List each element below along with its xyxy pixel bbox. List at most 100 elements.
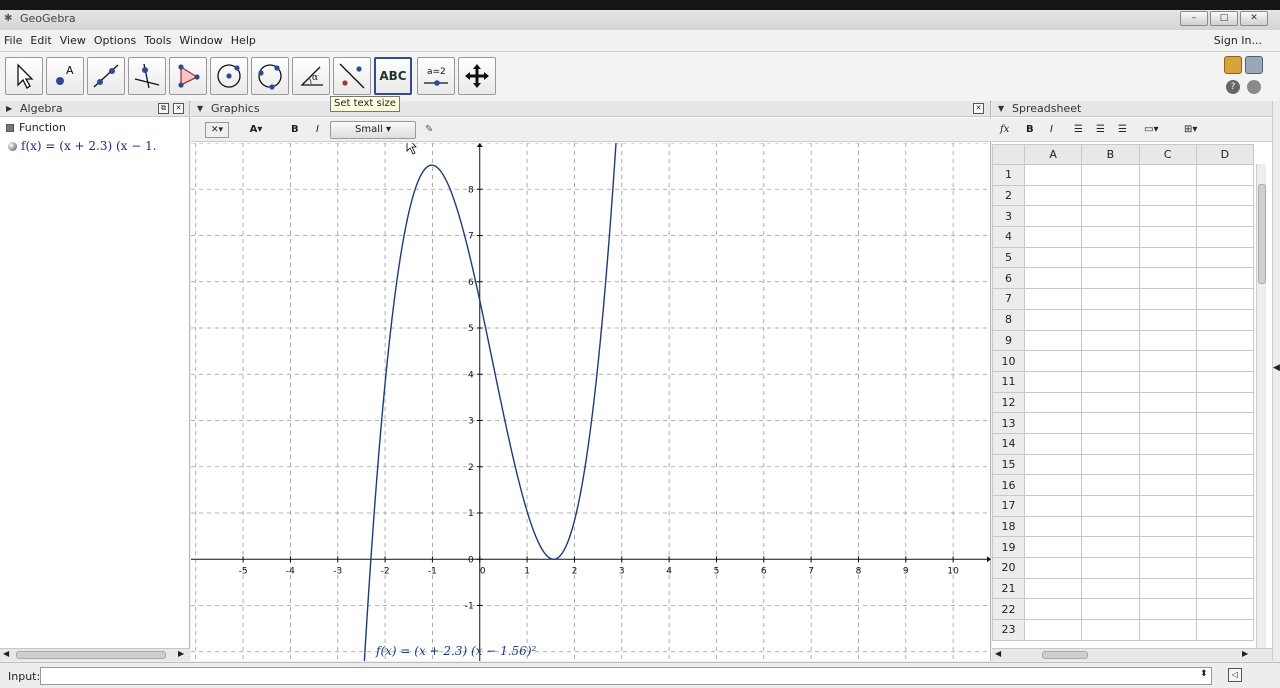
spreadsheet-cell[interactable] (1195, 453, 1255, 476)
spreadsheet-cell[interactable] (1081, 350, 1140, 372)
spreadsheet-cell[interactable] (1138, 453, 1197, 476)
spreadsheet-cell[interactable] (1023, 412, 1083, 434)
spreadsheet-cell[interactable] (1195, 598, 1255, 621)
function-group[interactable]: Function (6, 121, 66, 134)
spreadsheet-cell[interactable] (1138, 288, 1197, 310)
scroll-left-icon[interactable]: ◀ (3, 649, 9, 658)
spreadsheet-cell[interactable] (1023, 329, 1083, 352)
spreadsheet-cell[interactable] (1081, 370, 1140, 393)
collapse-triangle-icon[interactable]: ▼ (197, 104, 203, 113)
spreadsheet-cell[interactable] (1195, 246, 1255, 269)
spreadsheet-cell[interactable] (1023, 350, 1083, 372)
italic-button[interactable]: I (316, 122, 319, 138)
row-header[interactable]: 1 (992, 164, 1025, 186)
menu-view[interactable]: View (60, 34, 86, 47)
row-header[interactable]: 19 (992, 536, 1025, 559)
row-header[interactable]: 7 (992, 288, 1025, 310)
input-history-icon[interactable]: ⬍ (1200, 669, 1208, 679)
spreadsheet-cell[interactable] (1023, 598, 1083, 621)
row-header[interactable]: 20 (992, 557, 1025, 579)
spreadsheet-cell[interactable] (1195, 205, 1255, 228)
text-size-select[interactable]: Small ▾ (330, 121, 416, 139)
spreadsheet-cell[interactable] (1195, 474, 1255, 496)
function-curve-f[interactable] (362, 143, 619, 661)
perpendicular-line-tool-button[interactable] (128, 57, 166, 95)
spreadsheet-cell[interactable] (1138, 308, 1197, 331)
spreadsheet-cell[interactable] (1081, 205, 1140, 228)
spreadsheet-cell[interactable] (1138, 226, 1197, 248)
visibility-bullet-icon[interactable] (8, 141, 17, 151)
spreadsheet-cell[interactable] (1023, 391, 1083, 414)
spreadsheet-cell[interactable] (1023, 288, 1083, 310)
spreadsheet-cell[interactable] (1138, 391, 1197, 414)
spreadsheet-cell[interactable] (1023, 619, 1083, 641)
column-header-c[interactable]: C (1138, 144, 1197, 165)
close-view-icon[interactable]: ✕ (173, 103, 184, 114)
collapse-box-icon[interactable] (6, 123, 14, 132)
gear-icon[interactable] (1247, 80, 1261, 94)
spreadsheet-cell[interactable] (1081, 515, 1140, 538)
spreadsheet-cell[interactable] (1023, 370, 1083, 393)
border-icon[interactable]: ⊞▾ (1184, 122, 1210, 138)
spreadsheet-horizontal-scrollbar[interactable]: ◀ ▶ (992, 648, 1272, 661)
row-header[interactable]: 12 (992, 391, 1025, 414)
column-header-b[interactable]: B (1081, 144, 1140, 165)
spreadsheet-cell[interactable] (1081, 164, 1140, 186)
spreadsheet-cell[interactable] (1023, 226, 1083, 248)
row-header[interactable]: 22 (992, 598, 1025, 621)
row-header[interactable]: 21 (992, 577, 1025, 600)
spreadsheet-cell[interactable] (1081, 391, 1140, 414)
spreadsheet-cell[interactable] (1195, 370, 1255, 393)
spreadsheet-cell[interactable] (1138, 536, 1197, 559)
spreadsheet-cell[interactable] (1081, 412, 1140, 434)
column-header-a[interactable]: A (1023, 144, 1083, 165)
spreadsheet-cell[interactable] (1023, 308, 1083, 331)
spreadsheet-cell[interactable] (1138, 246, 1197, 269)
spreadsheet-cell[interactable] (1138, 164, 1197, 186)
spreadsheet-cell[interactable] (1195, 557, 1255, 579)
undock-icon[interactable]: ⧉ (158, 103, 169, 114)
spreadsheet-cell[interactable] (1081, 495, 1140, 517)
spreadsheet-cell[interactable] (1195, 495, 1255, 517)
menu-edit[interactable]: Edit (30, 34, 51, 47)
label-style-icon[interactable]: ✕▾ (205, 122, 229, 138)
spreadsheet-cell[interactable] (1195, 536, 1255, 559)
graphics-canvas[interactable]: -5 -4 -3 -2 -1 0 1 2 3 4 5 6 7 8 9 10 -1 0 1 2 3 4 5 6 7 8 f(x) = … (191, 143, 991, 661)
menu-file[interactable]: File (4, 34, 22, 47)
row-header[interactable]: 3 (992, 205, 1025, 228)
spreadsheet-cell[interactable] (1138, 619, 1197, 641)
redo-icon[interactable] (1245, 56, 1263, 74)
point-tool-button[interactable]: A (46, 57, 84, 95)
spreadsheet-cell[interactable] (1023, 184, 1083, 207)
spreadsheet-cell[interactable] (1023, 164, 1083, 186)
spreadsheet-cell[interactable] (1195, 515, 1255, 538)
spreadsheet-cell[interactable] (1081, 246, 1140, 269)
bold-button[interactable]: B (291, 122, 299, 138)
algebra-horizontal-scrollbar[interactable]: ◀ ▶ (0, 648, 190, 661)
row-header[interactable]: 16 (992, 474, 1025, 496)
spreadsheet-cell[interactable] (1081, 536, 1140, 559)
row-header[interactable]: 5 (992, 246, 1025, 269)
collapse-triangle-icon[interactable]: ▶ (6, 104, 12, 113)
fx-button[interactable]: fx (1000, 122, 1009, 138)
close-view-icon[interactable]: ✕ (973, 103, 984, 114)
spreadsheet-cell[interactable] (1195, 184, 1255, 207)
row-header[interactable]: 8 (992, 308, 1025, 331)
spreadsheet-cell[interactable] (1195, 577, 1255, 600)
spreadsheet-cell[interactable] (1195, 267, 1255, 290)
function-label[interactable]: f(x) = (x + 2.3) (x − 1.56)² (375, 644, 537, 658)
spreadsheet-cell[interactable] (1023, 474, 1083, 496)
spreadsheet-cell[interactable] (1195, 288, 1255, 310)
spreadsheet-cell[interactable] (1023, 432, 1083, 455)
undo-icon[interactable] (1224, 56, 1242, 74)
spreadsheet-cell[interactable] (1023, 515, 1083, 538)
spreadsheet-cell[interactable] (1138, 495, 1197, 517)
spreadsheet-cell[interactable] (1138, 370, 1197, 393)
input-field[interactable] (40, 667, 1212, 685)
scroll-right-icon[interactable]: ▶ (1242, 649, 1248, 658)
spreadsheet-cell[interactable] (1138, 412, 1197, 434)
spreadsheet-cell[interactable] (1195, 391, 1255, 414)
spreadsheet-cell[interactable] (1081, 474, 1140, 496)
column-header-d[interactable]: D (1195, 144, 1255, 165)
row-header[interactable]: 2 (992, 184, 1025, 207)
